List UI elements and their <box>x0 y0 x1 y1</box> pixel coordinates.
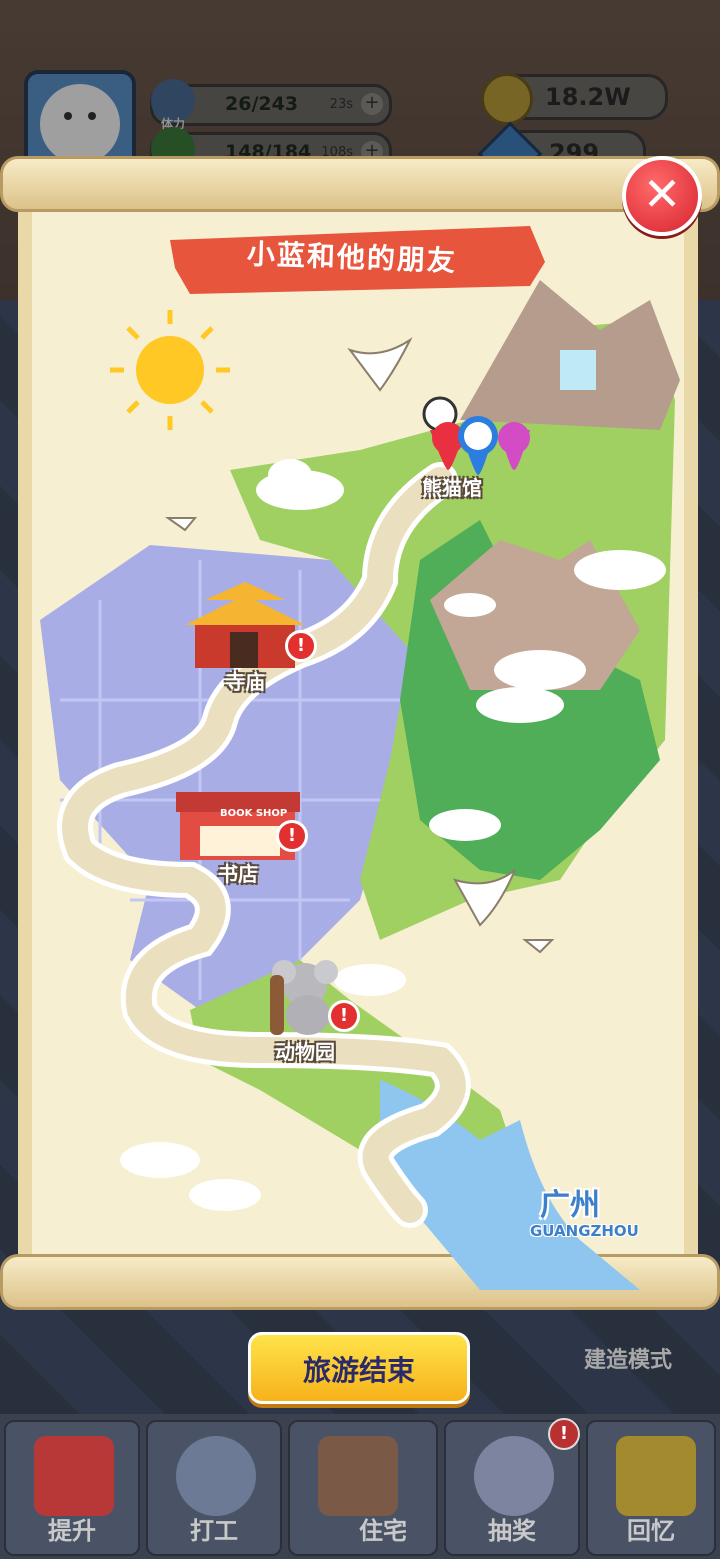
place-label-panda[interactable]: 熊猫馆 <box>422 472 482 501</box>
place-label-zoo[interactable]: 动物园 <box>275 1036 335 1065</box>
nav-work[interactable]: 打工 <box>146 1420 282 1556</box>
bookshop-alert-icon: ! <box>276 820 308 852</box>
gacha-alert-icon: ! <box>548 1418 580 1450</box>
sun-icon <box>136 336 204 404</box>
build-mode-button[interactable]: 建造模式 <box>584 1342 672 1374</box>
nav-upgrade[interactable]: 提升 <box>4 1420 140 1556</box>
book-icon <box>34 1436 114 1516</box>
nav-label-gacha: 抽奖 <box>488 1517 536 1545</box>
bookshop-sign: BOOK SHOP <box>220 808 287 819</box>
end-trip-label: 旅游结束 <box>302 1354 415 1387</box>
waterfall <box>560 350 596 390</box>
worker-icon <box>176 1436 256 1516</box>
nav-label-memories: 回忆 <box>627 1517 675 1545</box>
gacha-icon <box>474 1436 554 1516</box>
nav-memories[interactable]: 回忆 <box>586 1420 716 1556</box>
nav-home[interactable]: 住宅 <box>288 1420 438 1556</box>
travel-map: BOOK SHOP <box>40 226 680 1290</box>
temple-alert-icon: ! <box>285 630 317 662</box>
house-icon <box>318 1436 398 1516</box>
nav-label-upgrade: 提升 <box>48 1517 96 1545</box>
place-label-bookshop[interactable]: 书店 <box>218 858 258 887</box>
bottom-nav: 提升 打工 住宅 抽奖 回忆 <box>0 1414 720 1559</box>
close-icon: ✕ <box>642 167 682 221</box>
place-label-temple[interactable]: 寺庙 <box>225 666 265 695</box>
nav-label-home: 住宅 <box>359 1517 407 1545</box>
city-name: 广州 <box>540 1188 600 1223</box>
end-trip-button[interactable]: 旅游结束 <box>248 1332 470 1404</box>
camera-icon <box>616 1436 696 1516</box>
close-button[interactable]: ✕ <box>622 156 702 236</box>
nav-label-work: 打工 <box>190 1517 238 1545</box>
city-name-en: GUANGZHOU <box>530 1222 639 1240</box>
zoo-alert-icon: ! <box>328 1000 360 1032</box>
